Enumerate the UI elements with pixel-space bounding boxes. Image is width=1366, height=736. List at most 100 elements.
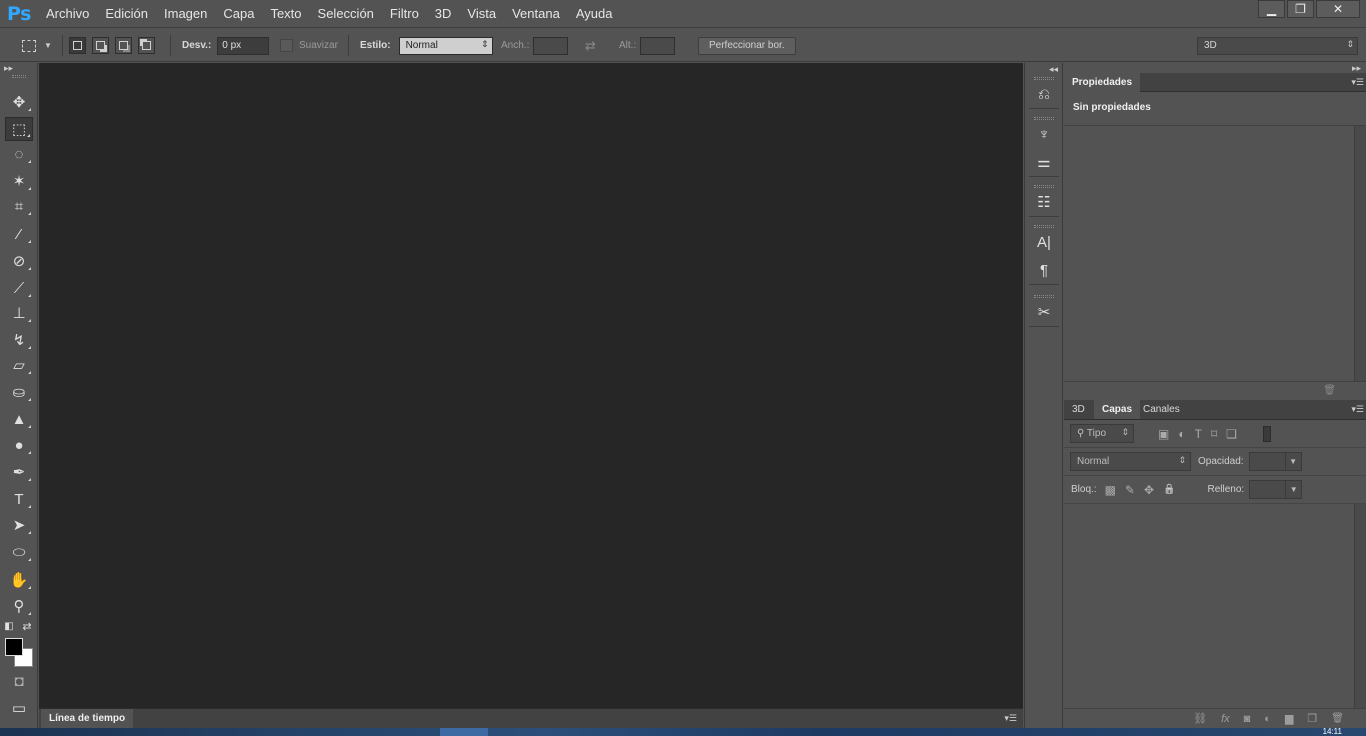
lasso-tool[interactable]: ◌ — [5, 142, 33, 166]
style-label: Estilo: — [360, 40, 391, 51]
magic-wand-tool[interactable]: ✶ — [5, 169, 33, 193]
filter-type-icon[interactable]: T — [1195, 427, 1202, 441]
character-icon[interactable]: A| — [1029, 228, 1059, 256]
intersect-selection-button[interactable] — [138, 37, 155, 54]
menu-3d[interactable]: 3D — [427, 0, 460, 28]
menu-ayuda[interactable]: Ayuda — [568, 0, 621, 28]
history-brush-tool[interactable]: ↯ — [5, 328, 33, 352]
foreground-color-swatch[interactable] — [5, 638, 23, 656]
brush-tool[interactable]: ⟋ — [5, 276, 33, 300]
menu-edicion[interactable]: Edición — [97, 0, 156, 28]
default-colors-icon[interactable]: ◧ — [0, 618, 18, 634]
menu-filtro[interactable]: Filtro — [382, 0, 427, 28]
swap-colors-icon[interactable]: ⇄ — [18, 618, 36, 634]
new-group-icon[interactable]: ▆ — [1285, 712, 1293, 725]
screen-mode-icon[interactable]: ▭ — [5, 696, 33, 720]
tab-properties[interactable]: Propiedades — [1064, 73, 1141, 92]
clone-stamp-tool[interactable]: ⊥ — [5, 301, 33, 325]
crop-tool[interactable]: ⌗ — [5, 194, 33, 218]
brush-presets-icon[interactable]: ♆ — [1029, 120, 1059, 148]
rectangular-marquee-tool[interactable]: ⬚ — [5, 117, 33, 141]
swap-dimensions[interactable]: ⇄ — [585, 29, 596, 62]
feather-input[interactable]: 0 px — [217, 36, 270, 55]
properties-menu-icon[interactable]: ▾☰ — [1351, 77, 1364, 88]
dodge-tool[interactable]: ● — [5, 433, 33, 457]
filter-adjustment-icon[interactable]: ◐ — [1178, 427, 1185, 441]
tool-presets-icon[interactable]: ✂ — [1029, 298, 1059, 326]
clone-source-icon[interactable]: ☷ — [1029, 188, 1059, 216]
height-input[interactable] — [640, 36, 676, 55]
new-layer-icon[interactable]: ❐ — [1307, 712, 1317, 725]
layer-filter-row: ⚲ Tipo ⇕ ▣ ◐ T ⌑ ❏ — [1064, 420, 1366, 448]
history-icon[interactable]: ⎌ — [1029, 80, 1059, 108]
eyedropper-tool[interactable]: ⁄ — [5, 222, 33, 246]
filter-pixel-icon[interactable]: ▣ — [1158, 427, 1169, 441]
lock-all-icon[interactable]: 🔒 — [1163, 484, 1175, 495]
add-mask-icon[interactable]: ◙ — [1244, 713, 1251, 725]
refine-edge-button[interactable]: Perfeccionar bor. — [698, 36, 796, 55]
lock-transparency-icon[interactable]: ▩ — [1105, 483, 1116, 497]
healing-brush-tool[interactable]: ⊘ — [5, 249, 33, 273]
menu-imagen[interactable]: Imagen — [156, 0, 215, 28]
type-tool[interactable]: T — [5, 487, 33, 511]
blend-mode-select[interactable]: Normal ⇕ — [1070, 452, 1191, 471]
document-canvas-area[interactable] — [39, 63, 1023, 708]
type-icon: T — [14, 490, 24, 508]
filter-smart-object-icon[interactable]: ❏ — [1226, 427, 1237, 441]
menu-ventana[interactable]: Ventana — [504, 0, 568, 28]
filter-kind-select[interactable]: ⚲ Tipo ⇕ — [1070, 424, 1134, 443]
zoom-tool[interactable]: ⚲ — [5, 594, 33, 618]
width-input[interactable] — [533, 36, 569, 55]
layers-scrollbar[interactable] — [1354, 504, 1366, 708]
menu-seleccion[interactable]: Selección — [310, 0, 382, 28]
tool-preset-picker[interactable]: ▼ — [22, 29, 52, 62]
new-selection-button[interactable] — [69, 37, 86, 54]
move-tool[interactable]: ✥ — [5, 90, 33, 114]
paint-bucket-tool[interactable]: ⛀ — [5, 380, 33, 404]
tab-channels[interactable]: Canales — [1135, 400, 1188, 419]
paragraph-icon[interactable]: ¶ — [1029, 256, 1059, 284]
style-select[interactable]: Normal ⇕ — [398, 36, 493, 55]
hand-tool[interactable]: ✋ — [5, 568, 33, 592]
opacity-input[interactable]: ▼ — [1248, 452, 1302, 471]
link-layers-icon[interactable]: ⛓ — [1193, 712, 1207, 725]
properties-scrollbar[interactable] — [1354, 126, 1366, 381]
path-selection-tool[interactable]: ➤ — [5, 513, 33, 537]
tab-timeline[interactable]: Línea de tiempo — [41, 709, 134, 728]
add-selection-button[interactable] — [92, 37, 109, 54]
menu-capa[interactable]: Capa — [215, 0, 262, 28]
tab-layers[interactable]: Capas — [1094, 400, 1141, 419]
restore-button[interactable]: ❐ — [1287, 0, 1314, 18]
layers-menu-icon[interactable]: ▾☰ — [1351, 404, 1364, 415]
close-button[interactable]: ✕ — [1316, 0, 1360, 18]
minimize-button[interactable]: ▁ — [1258, 0, 1285, 18]
lock-pixels-icon[interactable]: ✎ — [1125, 483, 1135, 497]
taskbar-active-app[interactable] — [440, 728, 488, 736]
subtract-selection-button[interactable] — [115, 37, 132, 54]
filter-shape-icon[interactable]: ⌑ — [1211, 427, 1217, 441]
ellipse-tool[interactable]: ⬭ — [5, 540, 33, 564]
menu-texto[interactable]: Texto — [262, 0, 309, 28]
delete-layer-icon[interactable]: 🗑 — [1331, 713, 1344, 724]
toolbar-grip[interactable] — [12, 75, 26, 78]
trash-icon[interactable]: 🗑 — [1323, 385, 1336, 396]
antialias-checkbox[interactable] — [280, 39, 293, 52]
tab-3d[interactable]: 3D — [1064, 400, 1093, 419]
workspace-select[interactable]: 3D ⇕ — [1197, 36, 1358, 55]
fill-input[interactable]: ▼ — [1249, 480, 1303, 499]
eraser-tool[interactable]: ▱ — [5, 353, 33, 377]
timeline-menu-icon[interactable]: ▾☰ — [1004, 713, 1017, 724]
paint-bucket-icon: ⛀ — [12, 384, 26, 401]
adjustment-layer-icon[interactable]: ◐ — [1264, 713, 1271, 725]
lock-position-icon[interactable]: ✥ — [1144, 483, 1154, 497]
collapse-dock-icon[interactable]: ◂◂ — [1049, 64, 1058, 75]
collapse-toolbar-icon[interactable]: ▸▸ — [4, 63, 13, 74]
menu-vista[interactable]: Vista — [459, 0, 504, 28]
brush-settings-icon[interactable]: ⚌ — [1029, 148, 1059, 176]
filter-toggle[interactable] — [1262, 425, 1271, 442]
quick-mask-icon[interactable]: ◘ — [5, 669, 33, 693]
blur-tool[interactable]: ▲ — [5, 407, 33, 431]
menu-archivo[interactable]: Archivo — [38, 0, 97, 28]
pen-tool[interactable]: ✒ — [5, 460, 33, 484]
layer-style-icon[interactable]: fx — [1221, 713, 1230, 725]
